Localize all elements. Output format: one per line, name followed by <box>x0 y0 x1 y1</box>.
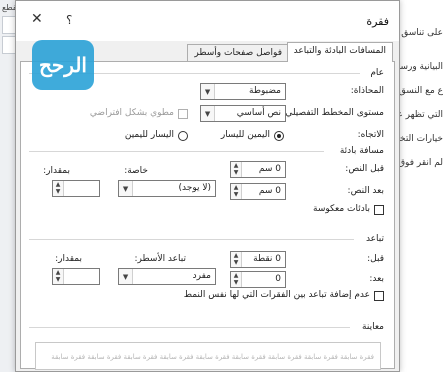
tab-panel: عام المحاذاة: مضبوطة ▼ مستوى المخطط التف… <box>20 61 395 370</box>
special-label: خاصة: <box>124 166 148 176</box>
preview-box: فقرة سابقة فقرة سابقة فقرة سابقة فقرة سا… <box>35 342 381 370</box>
alignment-value: مضبوطة <box>249 86 281 96</box>
doc-line: لم انقر فوق <box>398 158 443 168</box>
spinner-buttons[interactable]: ▲ ▼ <box>53 269 64 284</box>
outline-level-label: مستوى المخطط التفصيلي: <box>282 108 384 118</box>
collapsed-label: مطوي بشكل افتراضي <box>89 108 174 118</box>
rtl-label: اليمين لليسار <box>220 130 270 140</box>
spinner-buttons[interactable]: ▲ ▼ <box>231 162 242 177</box>
section-divider <box>29 151 324 152</box>
tab-indents-spacing[interactable]: المسافات البادئة والتباعد <box>286 42 393 62</box>
special-value: (لا يوجد) <box>178 183 211 193</box>
space-after-spinner[interactable]: 0 ▲ ▼ <box>230 271 286 288</box>
help-button[interactable]: ؟ <box>66 13 72 27</box>
spin-up-icon: ▲ <box>55 269 61 276</box>
line-spacing-select[interactable]: مفرد ▼ <box>118 268 216 285</box>
spin-up-icon: ▲ <box>55 181 61 188</box>
indent-before-spinner[interactable]: 0 سم ▲ ▼ <box>230 161 286 178</box>
tab-line-page-breaks[interactable]: فواصل صفحات وأسطر <box>187 44 289 62</box>
spin-down-icon: ▼ <box>233 169 239 176</box>
space-before-spinner[interactable]: 0 نقطة ▲ ▼ <box>230 251 286 268</box>
general-heading: عام <box>370 68 384 78</box>
dialog-title: فقرة <box>366 15 389 28</box>
spin-up-icon: ▲ <box>233 162 239 169</box>
indent-after-value: 0 سم <box>258 186 281 196</box>
spinner-buttons[interactable]: ▲ ▼ <box>231 252 242 267</box>
indent-before-value: 0 سم <box>258 164 281 174</box>
spinner-buttons[interactable]: ▲ ▼ <box>231 272 242 287</box>
spacing-at-spinner[interactable]: ▲ ▼ <box>52 268 100 285</box>
rtl-radio[interactable] <box>274 131 284 141</box>
document-text-area: على تناسق لذ البيانية ورسوم ع مع النسق ا… <box>385 0 446 372</box>
chevron-down-icon: ▼ <box>119 269 133 284</box>
direction-label: الاتجاه: <box>357 130 384 140</box>
spin-up-icon: ▲ <box>233 252 239 259</box>
no-space-same-style-checkbox[interactable] <box>374 291 384 301</box>
line-spacing-value: مفرد <box>192 271 211 281</box>
space-after-value: 0 <box>275 274 281 284</box>
indent-by-spinner[interactable]: ▲ ▼ <box>52 180 100 197</box>
watermark-logo: الرحح <box>32 40 94 90</box>
section-divider <box>29 327 350 328</box>
space-before-value: 0 نقطة <box>253 254 281 264</box>
spin-up-icon: ▲ <box>233 272 239 279</box>
preview-text: فقرة سابقة فقرة سابقة فقرة سابقة فقرة سا… <box>51 353 374 361</box>
space-after-label: بعد: <box>369 274 384 284</box>
spin-down-icon: ▼ <box>233 259 239 266</box>
spin-down-icon: ▼ <box>233 191 239 198</box>
collapsed-checkbox[interactable] <box>178 109 188 119</box>
spacing-at-label: بمقدار: <box>55 254 82 264</box>
indent-after-label: بعد النص: <box>347 186 384 196</box>
spin-down-icon: ▼ <box>233 279 239 286</box>
chevron-down-icon: ▼ <box>201 84 215 99</box>
spinner-buttons[interactable]: ▲ ▼ <box>231 184 242 199</box>
alignment-label: المحاذاة: <box>350 86 384 96</box>
logo-text: الرحح <box>39 53 87 77</box>
outline-level-value: نص أساسي <box>236 108 281 118</box>
space-before-label: قبل: <box>367 254 384 264</box>
outline-level-select[interactable]: نص أساسي ▼ <box>200 105 286 122</box>
indent-by-label: بمقدار: <box>43 166 70 176</box>
chevron-down-icon: ▼ <box>119 181 133 196</box>
alignment-select[interactable]: مضبوطة ▼ <box>200 83 286 100</box>
section-divider <box>29 239 354 240</box>
line-spacing-label: تباعد الأسطر: <box>134 254 186 264</box>
no-space-same-style-label: عدم إضافة تباعد بين الفقرات التي لها نفس… <box>183 290 370 300</box>
chevron-down-icon: ▼ <box>201 106 215 121</box>
spinner-buttons[interactable]: ▲ ▼ <box>53 181 64 196</box>
ltr-radio[interactable] <box>178 131 188 141</box>
indent-after-spinner[interactable]: 0 سم ▲ ▼ <box>230 183 286 200</box>
mirror-indents-checkbox[interactable] <box>374 205 384 215</box>
spin-up-icon: ▲ <box>233 184 239 191</box>
spin-down-icon: ▼ <box>55 188 61 195</box>
indentation-heading: مسافة بادئة <box>339 146 384 156</box>
ltr-label: اليسار لليمين <box>124 130 174 140</box>
close-button[interactable]: ✕ <box>31 11 43 27</box>
spacing-heading: تباعد <box>365 234 384 244</box>
special-select[interactable]: (لا يوجد) ▼ <box>118 180 216 197</box>
mirror-indents-label: بادئات معكوسة <box>313 204 370 214</box>
indent-before-label: قبل النص: <box>345 164 384 174</box>
dialog-titlebar: فقرة ؟ ✕ <box>16 1 399 41</box>
preview-heading: معاينة <box>362 322 384 332</box>
spin-down-icon: ▼ <box>55 276 61 283</box>
